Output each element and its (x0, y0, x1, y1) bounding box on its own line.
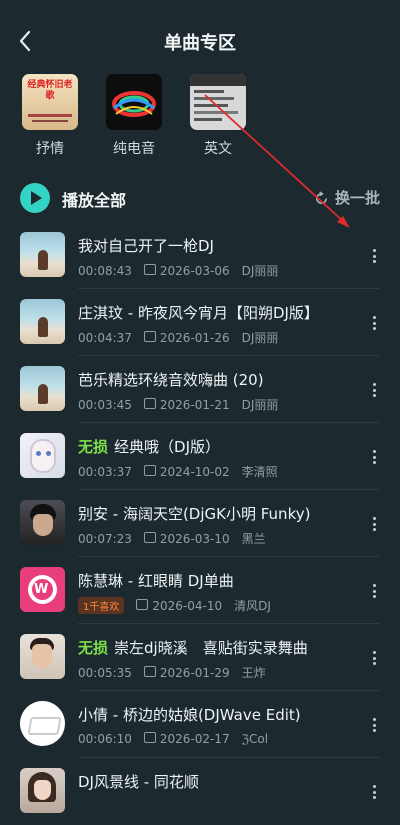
play-icon[interactable] (20, 183, 50, 213)
song-meta: 1千喜欢 2026-04-10 清风DJ (78, 597, 271, 614)
song-meta: 00:06:10 2026-02-17 ℨCol (78, 731, 269, 746)
calendar-icon (143, 666, 156, 677)
more-icon[interactable] (372, 315, 378, 331)
calendar-icon (143, 398, 156, 409)
song-cover (20, 768, 65, 813)
category-thumb (190, 74, 246, 130)
song-title: 无损 经典哦（DJ版） (78, 438, 220, 456)
more-icon[interactable] (372, 449, 378, 465)
song-meta: 00:03:45 2026-01-21 DJ丽丽 (78, 397, 279, 413)
calendar-icon (143, 732, 156, 743)
song-title: DJ风景线 - 同花顺 (78, 773, 199, 791)
song-meta: 00:08:43 2026-03-06 DJ丽丽 (78, 263, 279, 279)
category-electronic[interactable]: 纯电音 (106, 74, 164, 158)
more-icon[interactable] (372, 382, 378, 398)
song-row[interactable]: 无损 经典哦（DJ版） 00:03:37 2024-10-02 李清照 (0, 423, 400, 490)
song-row[interactable]: 别安 - 海阔天空(DjGK小明 Funky) 00:07:23 2026-03-… (0, 490, 400, 557)
swap-label: 换一批 (334, 189, 380, 207)
song-cover (20, 232, 65, 277)
song-title: 庄淇玟 - 昨夜风今宵月【阳朔DJ版】 (78, 304, 319, 322)
song-title: 小倩 - 桥边的姑娘(DJWave Edit) (78, 706, 301, 724)
song-meta: 00:03:37 2024-10-02 李清照 (78, 464, 278, 480)
play-all-button[interactable]: 播放全部 (62, 187, 126, 211)
calendar-icon (143, 331, 156, 342)
song-row[interactable]: 无损 崇左dj晓溪 喜贴街实录舞曲 00:05:35 2026-01-29 王炸 (0, 624, 400, 691)
more-icon[interactable] (372, 650, 378, 666)
song-row[interactable]: 我对自己开了一枪DJ 00:08:43 2026-03-06 DJ丽丽 (0, 222, 400, 289)
category-label: 英文 (204, 141, 232, 157)
category-lyric[interactable]: 经典怀旧老歌 抒情 (22, 74, 80, 158)
song-row[interactable]: 芭乐精选环绕音效嗨曲 (20) 00:03:45 2026-01-21 DJ丽丽 (0, 356, 400, 423)
header: 单曲专区 (0, 0, 400, 84)
song-row[interactable]: DJ风景线 - 同花顺 (0, 758, 400, 825)
thumb-text: 经典怀旧老歌 (27, 80, 73, 101)
song-row[interactable]: 庄淇玟 - 昨夜风今宵月【阳朔DJ版】 00:04:37 2026-01-26 DJ… (0, 289, 400, 356)
category-thumb: 经典怀旧老歌 (22, 74, 78, 130)
song-cover (20, 433, 65, 478)
more-icon[interactable] (372, 248, 378, 264)
category-label: 纯电音 (113, 141, 155, 157)
song-cover (20, 366, 65, 411)
likes-badge: 1千喜欢 (78, 597, 125, 614)
song-meta: 00:07:23 2026-03-10 黑兰 (78, 531, 266, 547)
swap-button[interactable]: 换一批 (314, 187, 380, 208)
category-english[interactable]: 英文 (190, 74, 248, 158)
more-icon[interactable] (372, 784, 378, 800)
calendar-icon (143, 465, 156, 476)
more-icon[interactable] (372, 717, 378, 733)
song-title: 别安 - 海阔天空(DjGK小明 Funky) (78, 505, 311, 523)
song-title: 芭乐精选环绕音效嗨曲 (20) (78, 371, 264, 389)
song-cover (20, 500, 65, 545)
category-label: 抒情 (36, 141, 64, 157)
song-meta: 00:04:37 2026-01-26 DJ丽丽 (78, 330, 279, 346)
song-meta (78, 798, 90, 812)
song-meta: 00:05:35 2026-01-29 王炸 (78, 665, 266, 681)
song-row[interactable]: W 陈慧琳 - 红眼睛 DJ单曲 1千喜欢 2026-04-10 清风DJ (0, 557, 400, 624)
refresh-icon (316, 191, 327, 204)
category-row: 经典怀旧老歌 抒情 纯电音 英文 (0, 74, 400, 164)
song-cover (20, 634, 65, 679)
song-title: 我对自己开了一枪DJ (78, 237, 214, 255)
calendar-icon (136, 599, 149, 610)
song-cover (20, 299, 65, 344)
more-icon[interactable] (372, 583, 378, 599)
song-title: 无损 崇左dj晓溪 喜贴街实录舞曲 (78, 639, 308, 657)
category-thumb (106, 74, 162, 130)
page-title: 单曲专区 (164, 33, 236, 54)
song-cover (20, 701, 65, 746)
calendar-icon (143, 532, 156, 543)
song-cover: W (20, 567, 65, 612)
calendar-icon (143, 264, 156, 275)
song-title: 陈慧琳 - 红眼睛 DJ单曲 (78, 572, 234, 590)
play-bar: 播放全部 换一批 (0, 180, 400, 214)
song-row[interactable]: 小倩 - 桥边的姑娘(DJWave Edit) 00:06:10 2026-02-… (0, 691, 400, 758)
more-icon[interactable] (372, 516, 378, 532)
